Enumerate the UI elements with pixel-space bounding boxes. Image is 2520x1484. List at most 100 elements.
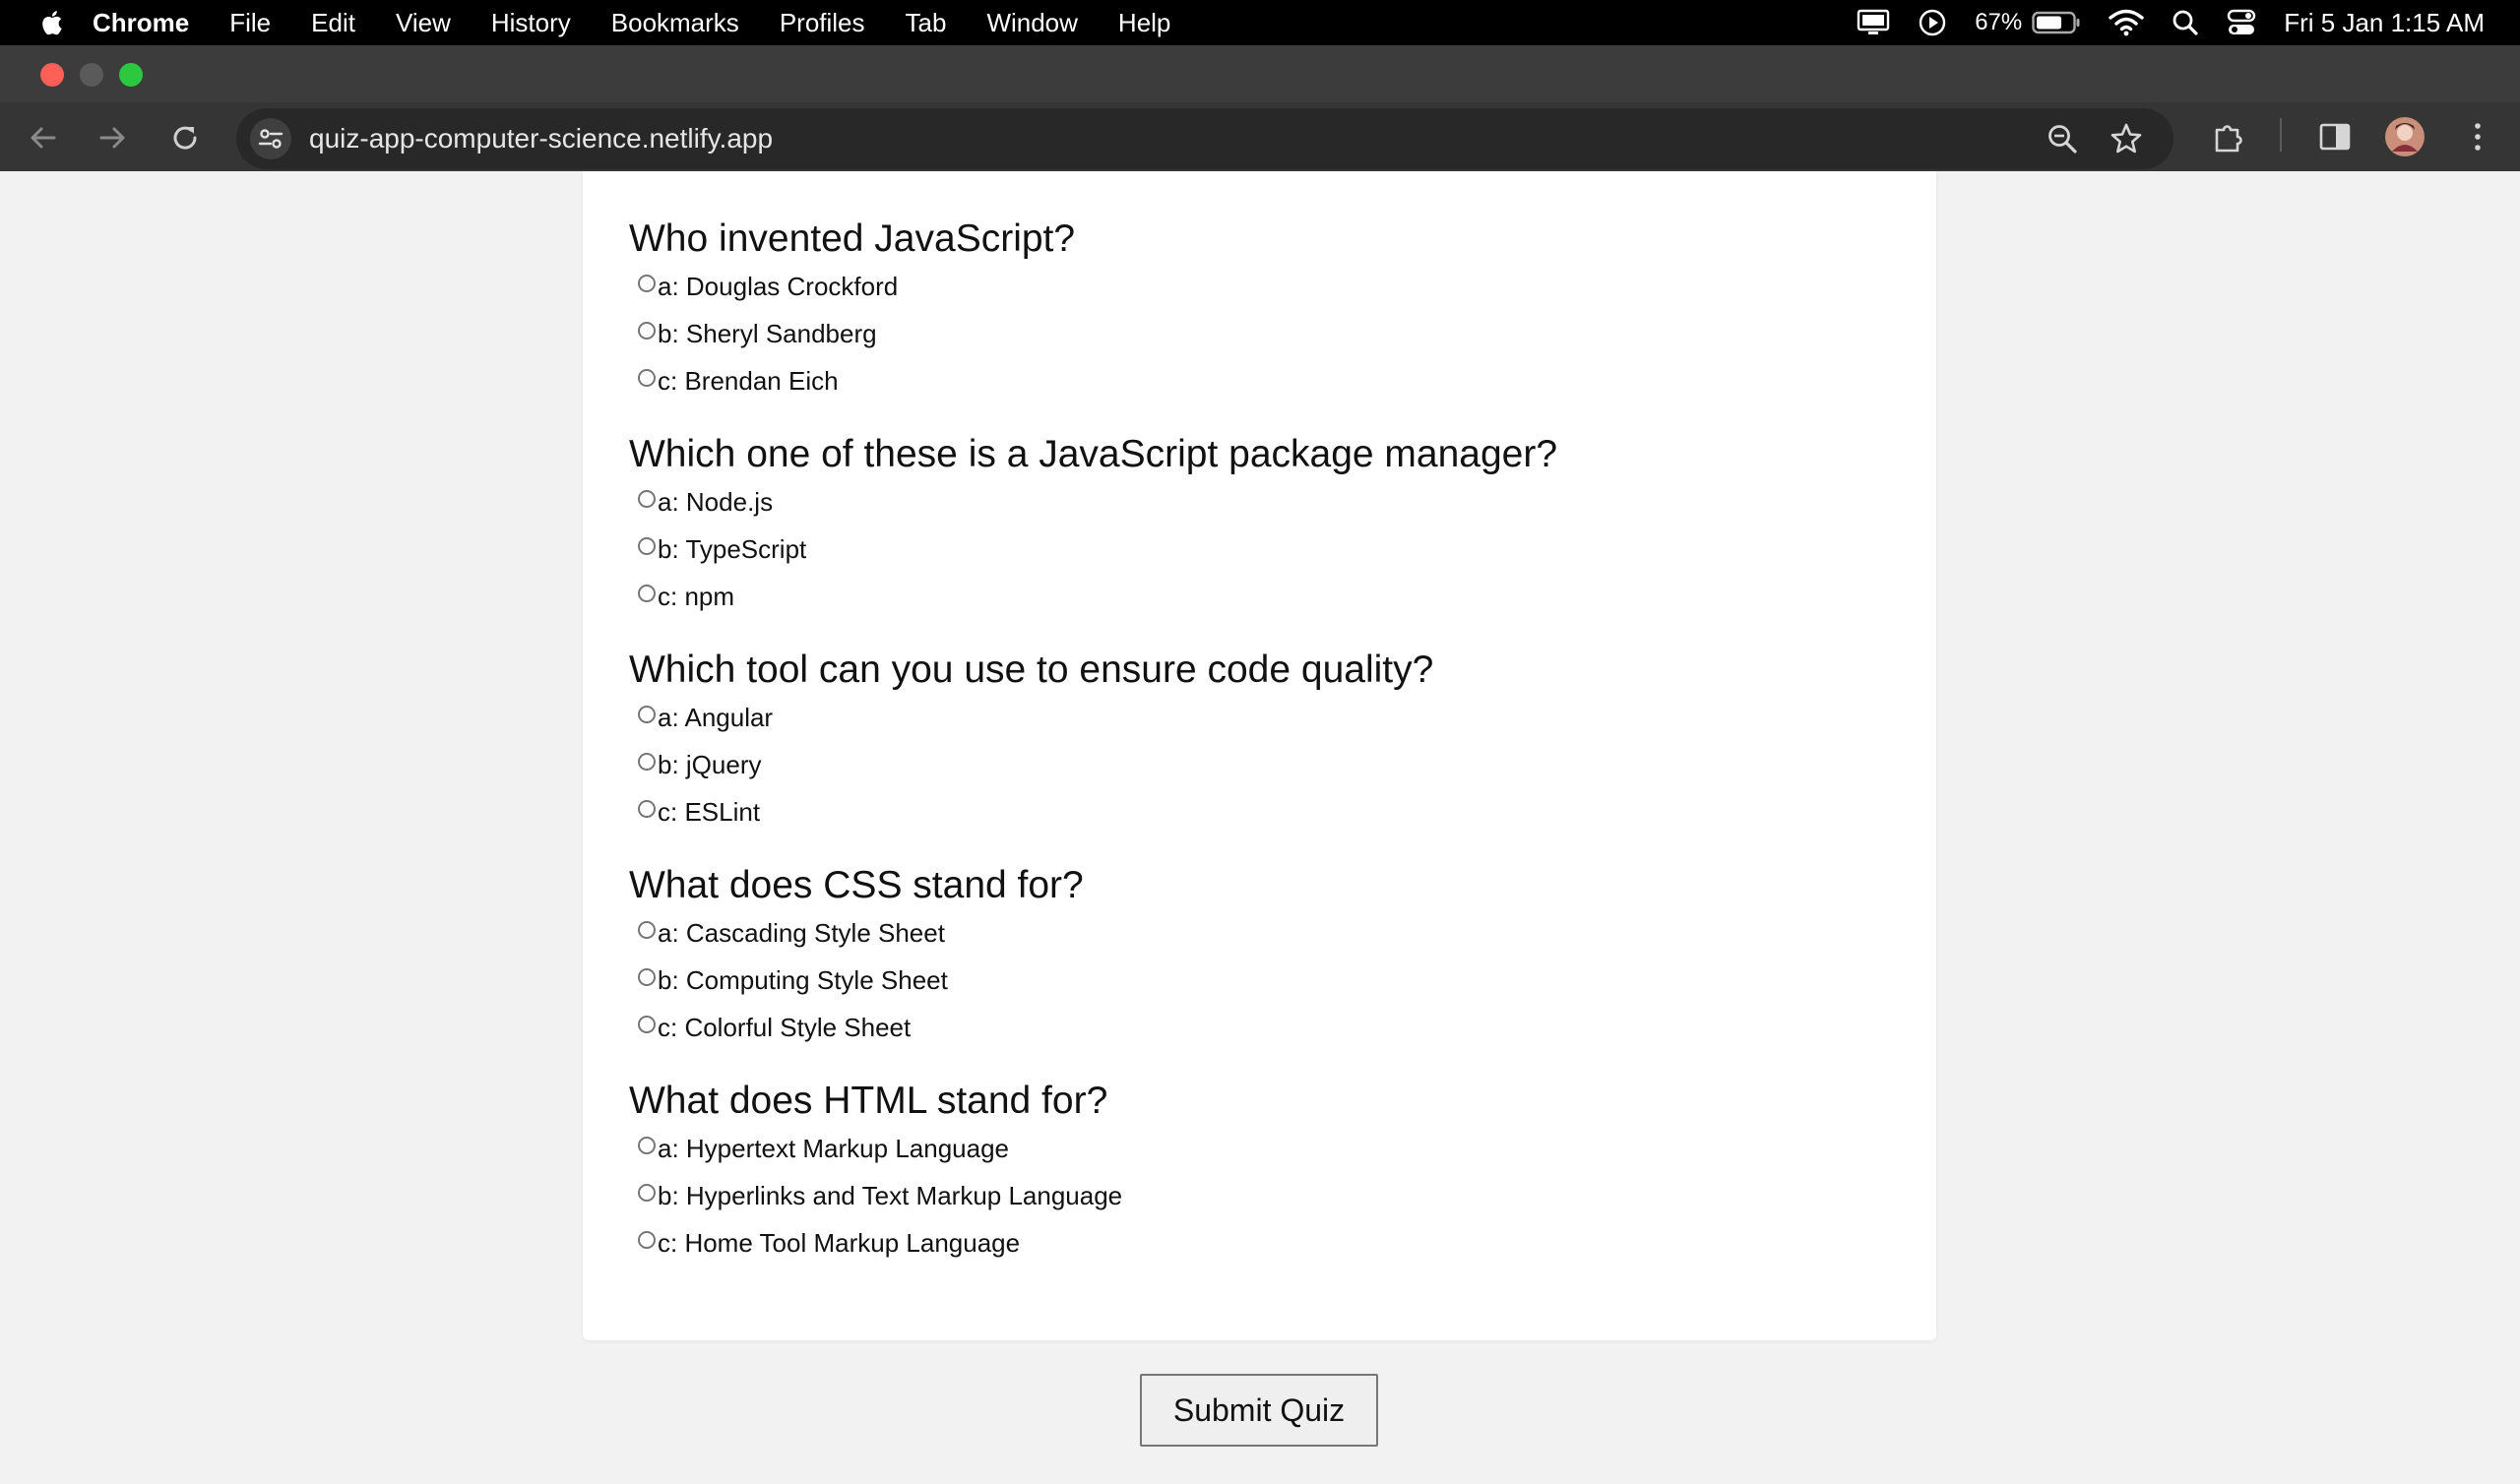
option-label: c: Brendan Eich: [658, 365, 839, 396]
answer-option[interactable]: c: Colorful Style Sheet: [629, 1004, 1909, 1051]
back-button[interactable]: [26, 120, 61, 155]
question-text: Which one of these is a JavaScript packa…: [629, 433, 1558, 475]
radio-button[interactable]: [638, 921, 656, 939]
menu-tab[interactable]: Tab: [906, 8, 947, 38]
option-label: a: Node.js: [658, 486, 774, 517]
menu-history[interactable]: History: [491, 8, 571, 38]
answer-option[interactable]: a: Douglas Crockford: [629, 263, 1909, 310]
radio-button[interactable]: [638, 585, 656, 602]
option-label: a: Douglas Crockford: [658, 271, 899, 301]
apple-logo-icon[interactable]: [39, 9, 63, 36]
reload-button[interactable]: [167, 120, 203, 155]
forward-arrow-icon: [99, 127, 125, 149]
zoom-icon[interactable]: [2046, 122, 2079, 160]
option-label: c: npm: [658, 581, 735, 611]
question-text: Which tool can you use to ensure code qu…: [629, 649, 1434, 691]
site-info-button[interactable]: [250, 118, 291, 159]
radio-button[interactable]: [638, 1184, 656, 1202]
option-label: c: Home Tool Markup Language: [658, 1227, 1021, 1258]
menu-view[interactable]: View: [396, 8, 451, 38]
control-center-icon[interactable]: [2227, 9, 2256, 36]
menu-help[interactable]: Help: [1118, 8, 1170, 38]
option-label: b: Sheryl Sandberg: [658, 318, 877, 348]
answer-option[interactable]: a: Angular: [629, 694, 1909, 741]
browser-title-bar: [0, 45, 2520, 102]
question-2: Which one of these is a JavaScript packa…: [629, 431, 1909, 620]
answer-option[interactable]: b: Hyperlinks and Text Markup Language: [629, 1172, 1909, 1219]
bookmark-star-icon[interactable]: [2109, 121, 2144, 161]
answer-option[interactable]: a: Node.js: [629, 478, 1909, 526]
option-label: a: Hypertext Markup Language: [658, 1133, 1009, 1163]
answer-option[interactable]: b: Sheryl Sandberg: [629, 310, 1909, 357]
radio-button[interactable]: [638, 537, 656, 555]
menu-edit[interactable]: Edit: [311, 8, 355, 38]
question-text: What does CSS stand for?: [629, 864, 1084, 906]
answer-option[interactable]: b: TypeScript: [629, 526, 1909, 573]
answer-option[interactable]: a: Cascading Style Sheet: [629, 909, 1909, 957]
option-label: c: Colorful Style Sheet: [658, 1012, 912, 1042]
menu-app-chrome[interactable]: Chrome: [93, 8, 189, 38]
wifi-icon[interactable]: [2109, 9, 2144, 36]
menu-window[interactable]: Window: [986, 8, 1077, 38]
menu-bookmarks[interactable]: Bookmarks: [611, 8, 739, 38]
extensions-puzzle-icon[interactable]: [2211, 120, 2246, 160]
address-bar[interactable]: quiz-app-computer-science.netlify.app: [236, 108, 2174, 169]
option-label: a: Angular: [658, 702, 774, 732]
radio-button[interactable]: [638, 322, 656, 340]
now-playing-icon[interactable]: [1918, 8, 1947, 37]
question-text: Who invented JavaScript?: [629, 217, 1076, 260]
submit-quiz-button[interactable]: Submit Quiz: [1140, 1374, 1378, 1447]
tune-icon: [258, 129, 284, 149]
macos-menu-bar: Chrome File Edit View History Bookmarks …: [0, 0, 2520, 45]
forward-button[interactable]: [94, 120, 130, 155]
toolbar-divider: [2280, 118, 2282, 152]
battery-percent: 67%: [1975, 9, 2023, 35]
answer-option[interactable]: b: Computing Style Sheet: [629, 957, 1909, 1004]
radio-button[interactable]: [638, 706, 656, 723]
option-label: b: Hyperlinks and Text Markup Language: [658, 1180, 1123, 1210]
radio-button[interactable]: [638, 968, 656, 986]
quiz-card: Who invented JavaScript? a: Douglas Croc…: [583, 171, 1936, 1340]
option-label: c: ESLint: [658, 796, 761, 827]
radio-button[interactable]: [638, 800, 656, 818]
menubar-clock[interactable]: Fri 5 Jan 1:15 AM: [2284, 8, 2485, 38]
profile-avatar[interactable]: [2384, 116, 2426, 162]
browser-toolbar: quiz-app-computer-science.netlify.app: [0, 102, 2520, 171]
window-close-button[interactable]: [40, 63, 64, 87]
radio-button[interactable]: [638, 1231, 656, 1249]
answer-option[interactable]: a: Hypertext Markup Language: [629, 1125, 1909, 1172]
question-5: What does HTML stand for? a: Hypertext M…: [629, 1078, 1909, 1267]
radio-button[interactable]: [638, 275, 656, 292]
radio-button[interactable]: [638, 753, 656, 771]
radio-button[interactable]: [638, 369, 656, 387]
option-label: b: Computing Style Sheet: [658, 964, 948, 995]
more-menu-icon[interactable]: [2461, 120, 2494, 158]
side-panel-icon[interactable]: [2318, 120, 2352, 158]
radio-button[interactable]: [638, 1016, 656, 1033]
question-3: Which tool can you use to ensure code qu…: [629, 647, 1909, 835]
reload-icon: [173, 126, 197, 150]
question-4: What does CSS stand for? a: Cascading St…: [629, 862, 1909, 1051]
back-arrow-icon: [31, 127, 56, 149]
option-label: b: TypeScript: [658, 533, 807, 564]
option-label: a: Cascading Style Sheet: [658, 917, 945, 948]
menu-profiles[interactable]: Profiles: [780, 8, 865, 38]
answer-option[interactable]: c: Home Tool Markup Language: [629, 1219, 1909, 1267]
menu-file[interactable]: File: [229, 8, 271, 38]
window-minimize-button[interactable]: [80, 63, 103, 87]
spotlight-search-icon[interactable]: [2172, 9, 2199, 36]
answer-option[interactable]: c: ESLint: [629, 788, 1909, 835]
url-text[interactable]: quiz-app-computer-science.netlify.app: [309, 123, 773, 155]
question-1: Who invented JavaScript? a: Douglas Croc…: [629, 216, 1909, 404]
radio-button[interactable]: [638, 1137, 656, 1154]
question-text: What does HTML stand for?: [629, 1080, 1108, 1122]
window-zoom-button[interactable]: [119, 63, 143, 87]
answer-option[interactable]: b: jQuery: [629, 741, 1909, 788]
answer-option[interactable]: c: npm: [629, 573, 1909, 620]
radio-button[interactable]: [638, 490, 656, 508]
page-viewport: Who invented JavaScript? a: Douglas Croc…: [0, 171, 2520, 1484]
display-icon[interactable]: [1857, 8, 1890, 37]
answer-option[interactable]: c: Brendan Eich: [629, 357, 1909, 404]
option-label: b: jQuery: [658, 749, 762, 779]
battery-icon[interactable]: [2032, 11, 2081, 34]
